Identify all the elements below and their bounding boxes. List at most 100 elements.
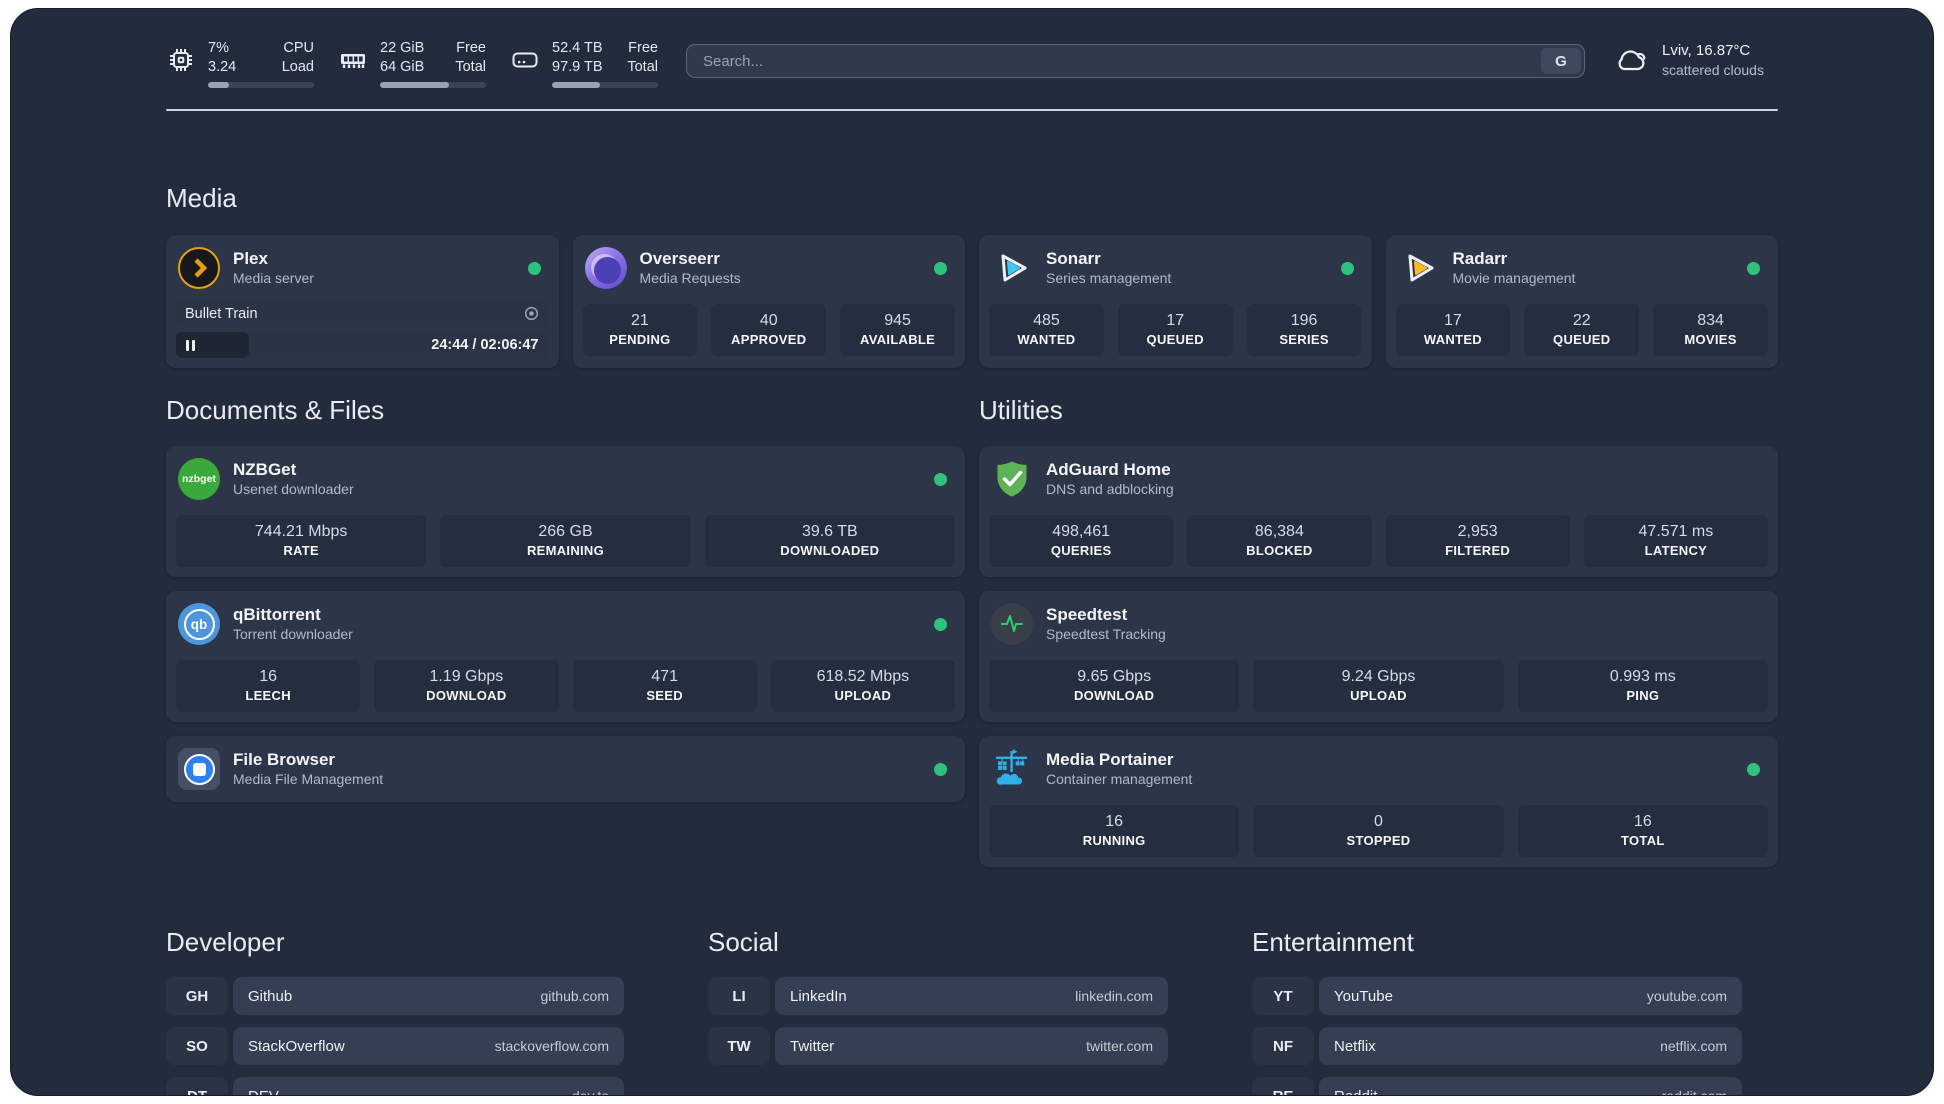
- search-input[interactable]: [687, 45, 1538, 77]
- stat-tile: 9.24 Gbps UPLOAD: [1253, 660, 1504, 712]
- app-desc: Media File Management: [233, 771, 384, 787]
- stat-tile: 21 PENDING: [582, 304, 698, 356]
- app-card-nzbget[interactable]: nzbget NZBGet Usenet downloader 744.21 M…: [166, 446, 965, 577]
- bookmark-github[interactable]: GH Github github.com: [166, 977, 624, 1015]
- app-card-qbittorrent[interactable]: qb qBittorrent Torrent downloader 16 LEE…: [166, 591, 965, 722]
- stat-tile: 40 APPROVED: [711, 304, 827, 356]
- status-online-dot: [1747, 762, 1760, 776]
- header-divider: [166, 109, 1778, 111]
- bookmark-dev[interactable]: DT DEV dev.to: [166, 1077, 624, 1095]
- cpu-load-label: Load: [281, 59, 314, 75]
- stat-tile: 39.6 TB DOWNLOADED: [704, 515, 955, 567]
- bookmark-reddit[interactable]: RE Reddit reddit.com: [1252, 1077, 1742, 1095]
- adguard-icon: [991, 458, 1033, 500]
- bookmark-abbr: DT: [166, 1077, 228, 1095]
- bookmark-abbr: RE: [1252, 1077, 1314, 1095]
- status-online-dot: [934, 261, 947, 275]
- app-card-plex[interactable]: Plex Media server Bullet Train 24:44 / 0…: [166, 235, 559, 368]
- plex-icon: [178, 247, 220, 289]
- cpu-widget: 7% 3.24 CPU Load: [166, 39, 314, 88]
- stat-tile: 471 SEED: [572, 660, 757, 712]
- stat-tile: 618.52 Mbps UPLOAD: [770, 660, 955, 712]
- stat-tile: 196 SERIES: [1246, 304, 1362, 356]
- bookmark-netflix[interactable]: NF Netflix netflix.com: [1252, 1027, 1742, 1065]
- app-name: qBittorrent: [233, 605, 321, 624]
- disk-total-label: Total: [627, 59, 658, 75]
- section-title-social: Social: [708, 927, 779, 957]
- bookmark-youtube[interactable]: YT YouTube youtube.com: [1252, 977, 1742, 1015]
- disk-icon: [512, 52, 538, 68]
- disk-free-label: Free: [628, 40, 658, 56]
- section-title-utilities: Utilities: [979, 395, 1063, 425]
- app-name: Media Portainer: [1046, 750, 1174, 769]
- stat-tile: 485 WANTED: [989, 304, 1104, 356]
- bookmarks-developer: Developer GH Github github.com SO StackO…: [166, 927, 624, 1095]
- disk-free-value: 52.4 TB: [552, 40, 603, 56]
- now-playing-row: Bullet Train: [176, 301, 549, 326]
- app-desc: DNS and adblocking: [1046, 481, 1174, 497]
- bookmark-linkedin[interactable]: LI LinkedIn linkedin.com: [708, 977, 1168, 1015]
- cpu-label: CPU: [283, 40, 314, 56]
- dashboard: 7% 3.24 CPU Load 22 GiB 64 GiB Free Tota…: [10, 8, 1934, 1096]
- qbittorrent-icon: qb: [178, 603, 220, 645]
- section-title-entertainment: Entertainment: [1252, 927, 1414, 957]
- app-card-overseerr[interactable]: Overseerr Media Requests 21 PENDING 40 A…: [572, 235, 965, 368]
- bookmark-abbr: TW: [708, 1027, 770, 1065]
- app-card-portainer[interactable]: Media Portainer Container management 16 …: [979, 736, 1778, 867]
- bookmark-stackoverflow[interactable]: SO StackOverflow stackoverflow.com: [166, 1027, 624, 1065]
- app-name: Plex: [233, 249, 268, 268]
- disk-progress-bar: [552, 82, 658, 88]
- app-name: Radarr: [1452, 249, 1508, 268]
- status-online-dot: [527, 261, 541, 275]
- search-bar[interactable]: G: [686, 44, 1585, 78]
- stat-tile: 266 GB REMAINING: [440, 515, 691, 567]
- status-online-dot: [1340, 261, 1354, 275]
- cpu-load-value: 3.24: [208, 59, 237, 75]
- stat-tile: 16 RUNNING: [989, 805, 1240, 857]
- storage-widget: 52.4 TB 97.9 TB Free Total: [510, 39, 658, 88]
- cpu-icon: [170, 49, 192, 71]
- stat-tile: 1.19 Gbps DOWNLOAD: [374, 660, 559, 712]
- documents-column: Documents & Files nzbget NZBGet Usenet d…: [166, 395, 965, 867]
- bookmark-twitter[interactable]: TW Twitter twitter.com: [708, 1027, 1168, 1065]
- weather-widget: Lviv, 16.87°C scattered clouds: [1613, 41, 1778, 79]
- playback-time: 24:44 / 02:06:47: [431, 337, 539, 353]
- app-desc: Usenet downloader: [233, 481, 354, 497]
- pause-icon[interactable]: [186, 339, 195, 351]
- app-card-speedtest[interactable]: Speedtest Speedtest Tracking 9.65 Gbps D…: [979, 591, 1778, 722]
- status-online-dot: [1747, 261, 1760, 275]
- section-title-developer: Developer: [166, 927, 285, 957]
- app-card-filebrowser[interactable]: File Browser Media File Management: [166, 736, 965, 802]
- sonarr-icon: [991, 247, 1033, 289]
- filebrowser-icon: [178, 748, 220, 790]
- ram-progress-bar: [380, 82, 486, 88]
- bookmarks-social: Social LI LinkedIn linkedin.com TW Twitt…: [708, 927, 1168, 1095]
- app-card-adguard[interactable]: AdGuard Home DNS and adblocking 498,461 …: [979, 446, 1778, 577]
- session-settings-icon[interactable]: [523, 305, 540, 322]
- utilities-column: Utilities AdGuard Home DNS and adblockin…: [979, 395, 1778, 867]
- stat-tile: 0.993 ms PING: [1517, 660, 1768, 712]
- bookmarks-entertainment: Entertainment YT YouTube youtube.com NF …: [1252, 927, 1742, 1095]
- section-title-media: Media: [166, 183, 237, 213]
- overseerr-icon: [584, 247, 627, 289]
- app-name: File Browser: [233, 750, 336, 769]
- cpu-progress-bar: [208, 82, 314, 88]
- section-title-documents: Documents & Files: [166, 395, 385, 425]
- stat-tile: 16 TOTAL: [1517, 805, 1768, 857]
- app-desc: Media Requests: [639, 270, 741, 286]
- stat-tile: 86,384 BLOCKED: [1187, 515, 1372, 567]
- cloud-icon: [1618, 50, 1646, 71]
- app-name: NZBGet: [233, 460, 297, 479]
- portainer-icon: [991, 748, 1033, 790]
- stat-tile: 22 QUEUED: [1524, 304, 1640, 356]
- status-online-dot: [934, 472, 947, 486]
- stat-tile: 744.21 Mbps RATE: [176, 515, 427, 567]
- bookmark-abbr: GH: [166, 977, 228, 1015]
- app-card-sonarr[interactable]: Sonarr Series management 485 WANTED 17 Q…: [979, 235, 1372, 368]
- app-name: AdGuard Home: [1046, 460, 1171, 479]
- stat-tile: 17 QUEUED: [1117, 304, 1233, 356]
- app-desc: Media server: [233, 270, 314, 286]
- now-playing-title: Bullet Train: [185, 305, 258, 322]
- app-card-radarr[interactable]: Radarr Movie management 17 WANTED 22 QUE…: [1385, 235, 1778, 368]
- search-provider-button[interactable]: G: [1541, 48, 1581, 74]
